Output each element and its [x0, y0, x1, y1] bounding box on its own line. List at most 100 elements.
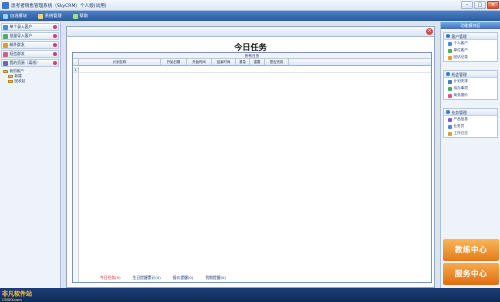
row-header-column — [73, 67, 79, 282]
pin-icon[interactable] — [53, 43, 57, 47]
column-header[interactable]: 紧急 — [236, 59, 250, 65]
right-panel: 功能模块区 客户管理 个人客户 单位客户 回访记录 机会管理 计划安排 待办事项… — [440, 22, 500, 288]
task-grid: 所有日历 计划名称 开始日期 开始时间 结束时间 紧急 重要 是否完成 1 — [72, 52, 432, 283]
quote-icon — [448, 93, 452, 98]
sidebar-item-add-customer[interactable]: 单个录入客户 — [1, 23, 59, 31]
app-icon — [2, 2, 9, 9]
help-icon — [72, 13, 78, 19]
menu-item-product[interactable]: 产品信息 — [444, 116, 497, 123]
folder-icon — [8, 79, 13, 84]
birthday-reminder-link[interactable]: 生日提醒累计(0) — [133, 275, 161, 281]
table-row[interactable]: 1 — [73, 67, 431, 73]
grid-header: 计划名称 开始日期 开始时间 结束时间 紧急 重要 是否完成 — [73, 59, 431, 66]
column-header[interactable]: 开始时间 — [187, 59, 212, 65]
toolbar-help-button[interactable]: 帮助 — [72, 13, 88, 19]
company-icon — [448, 48, 452, 53]
menu-item-label: 商务报价 — [453, 93, 468, 97]
person-icon — [448, 124, 452, 129]
section-header[interactable]: 业务管理 — [444, 109, 497, 116]
menu-item-salesperson[interactable]: 业务员 — [444, 123, 497, 130]
user-add-icon — [3, 24, 8, 30]
status-bar: 非凡软件站 CRSKY.com — [0, 288, 500, 302]
toolbar-module-button[interactable]: 自选模块 — [3, 13, 27, 19]
menu-item-label: 产品信息 — [453, 117, 468, 121]
section-title: 客户管理 — [451, 33, 467, 39]
row-number: 1 — [73, 67, 79, 72]
menu-item-personal-customer[interactable]: 个人客户 — [444, 40, 497, 47]
site-logo: 非凡软件站 CRSKY.com — [2, 289, 62, 302]
section-customer-management: 客户管理 个人客户 单位客户 回访记录 — [443, 32, 498, 62]
sidebar-item-mass-email[interactable]: 邮件群发 — [1, 41, 59, 49]
reminder-links: 今日任务(0) 生日提醒累计(0) 报价提醒(0) 到期提醒(0) — [100, 275, 226, 281]
service-center-button[interactable]: 服务中心 — [443, 263, 499, 285]
logo-title: 非凡软件站 — [2, 291, 33, 298]
section-title: 机会管理 — [451, 71, 467, 77]
pin-icon[interactable] — [53, 52, 57, 56]
logo-subtitle: CRSKY.com — [2, 298, 22, 302]
toolbar-label: 系统管理 — [44, 13, 62, 18]
minimize-button[interactable]: – — [461, 1, 473, 9]
column-header[interactable]: 计划名称 — [79, 59, 161, 65]
menu-item-quotation[interactable]: 商务报价 — [444, 92, 497, 99]
pin-icon[interactable] — [53, 25, 57, 29]
section-icon — [446, 72, 450, 76]
import-icon — [3, 33, 8, 39]
pin-icon[interactable] — [53, 61, 57, 65]
section-header[interactable]: 机会管理 — [444, 71, 497, 78]
column-header[interactable]: 重要 — [250, 59, 265, 65]
left-sidebar: 单个录入客户 批量导入客户 邮件群发 短信群发 我的资源（离线） 我的客户 新建… — [0, 22, 61, 288]
expiry-reminder-link[interactable]: 到期提醒(0) — [205, 275, 226, 281]
toolbar: 自选模块 系统管理 帮助 — [0, 11, 500, 21]
section-icon — [446, 110, 450, 114]
window-title: 思考者销售管理系统（SkyCRM）个人版(试用) — [11, 3, 107, 9]
module-icon — [3, 13, 8, 19]
toolbar-system-button[interactable]: 系统管理 — [37, 13, 62, 19]
section-opportunity-management: 机会管理 计划安排 待办事项 商务报价 — [443, 70, 498, 100]
sidebar-item-label: 我的资源（离线） — [9, 60, 40, 65]
section-title: 业务管理 — [451, 109, 467, 115]
main-window: × 今日任务 所有日历 计划名称 开始日期 开始时间 结束时间 紧急 重要 是否… — [66, 26, 435, 288]
sidebar-item-import-customers[interactable]: 批量导入客户 — [1, 32, 59, 40]
section-business-management: 业务管理 产品信息 业务员 工作日志 — [443, 108, 498, 138]
menu-item-label: 回访记录 — [453, 55, 468, 59]
toolbar-label: 自选模块 — [10, 13, 27, 18]
tree-node-recycle-bin[interactable]: 回收站 — [3, 79, 60, 84]
calendar-icon — [448, 79, 452, 84]
grid-body: 1 — [73, 67, 431, 282]
maximize-button[interactable]: □ — [474, 1, 486, 9]
sidebar-item-label: 单个录入客户 — [9, 24, 33, 29]
column-header[interactable]: 开始日期 — [161, 59, 187, 65]
sidebar-item-label: 批量导入客户 — [9, 33, 33, 38]
section-header[interactable]: 客户管理 — [444, 33, 497, 40]
folder-icon — [8, 74, 13, 79]
close-button[interactable]: × — [487, 1, 499, 9]
training-center-button[interactable]: 教练中心 — [443, 239, 499, 261]
mail-icon — [3, 42, 8, 48]
today-task-link[interactable]: 今日任务(0) — [100, 275, 121, 281]
sidebar-item-my-resources[interactable]: 我的资源（离线） — [1, 59, 59, 67]
pin-icon[interactable] — [53, 34, 57, 38]
menu-item-label: 工作日志 — [453, 131, 468, 135]
menu-item-work-log[interactable]: 工作日志 — [444, 130, 497, 137]
menu-item-label: 待办事项 — [453, 86, 468, 90]
sms-icon — [3, 51, 8, 57]
menu-item-label: 个人客户 — [453, 41, 468, 45]
close-icon[interactable]: × — [426, 28, 433, 35]
resource-icon — [3, 60, 8, 66]
menu-item-todo[interactable]: 待办事项 — [444, 85, 497, 92]
column-header[interactable]: 结束时间 — [212, 59, 236, 65]
menu-item-plan[interactable]: 计划安排 — [444, 78, 497, 85]
menu-item-visit-record[interactable]: 回访记录 — [444, 54, 497, 61]
tree-node-label: 回收站 — [14, 79, 26, 83]
window-controls: – □ × — [461, 1, 499, 9]
sidebar-item-label: 邮件群发 — [9, 42, 25, 47]
customer-tree: 我的客户 新建 回收站 — [3, 69, 60, 84]
settings-icon — [37, 13, 43, 19]
column-header[interactable]: 是否完成 — [265, 59, 289, 65]
todo-icon — [448, 86, 452, 91]
person-icon — [448, 41, 452, 46]
quote-reminder-link[interactable]: 报价提醒(0) — [173, 275, 194, 281]
sidebar-item-mass-sms[interactable]: 短信群发 — [1, 50, 59, 58]
menu-item-company-customer[interactable]: 单位客户 — [444, 47, 497, 54]
main-window-header: × — [67, 27, 434, 37]
